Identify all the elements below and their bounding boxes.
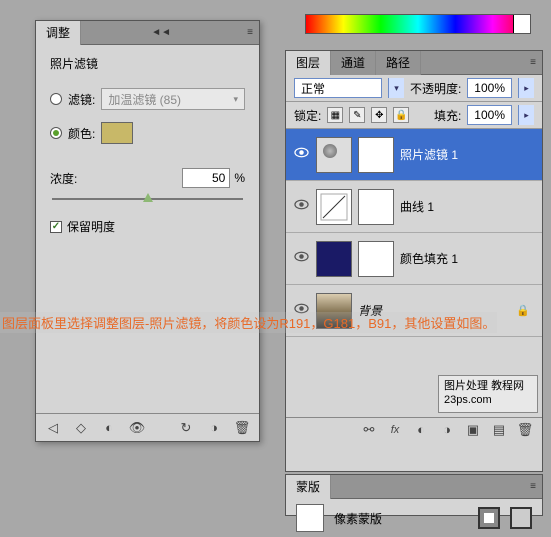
- watermark-line1: 图片处理: [444, 380, 488, 392]
- color-radio[interactable]: [50, 127, 62, 139]
- adjustment-title: 照片滤镜: [50, 55, 245, 72]
- color-spectrum[interactable]: [305, 14, 531, 34]
- preserve-checkbox[interactable]: ✓: [50, 221, 62, 233]
- blend-mode-select[interactable]: 正常: [294, 78, 382, 98]
- lock-fill-row: 锁定: ▦ ✎ ✥ 🔒 填充: 100% ▸: [286, 102, 542, 129]
- lock-label: 锁定:: [294, 107, 321, 124]
- layers-list: 照片滤镜 1 曲线 1 颜色填充 1 背景 🔒: [286, 129, 542, 337]
- masks-body: 像素蒙版: [286, 499, 542, 537]
- opacity-arrow-icon[interactable]: ▸: [518, 78, 534, 98]
- fill-arrow-icon[interactable]: ▸: [518, 105, 534, 125]
- add-mask-icon[interactable]: ◐: [412, 421, 430, 439]
- watermark-line2: 23ps.com: [444, 394, 492, 406]
- vector-mask-button[interactable]: [510, 507, 532, 529]
- density-input[interactable]: [182, 168, 230, 188]
- collapse-icon[interactable]: ◄◄: [145, 27, 177, 38]
- visibility-toggle[interactable]: [292, 198, 310, 216]
- reset-icon[interactable]: ↻: [177, 419, 195, 437]
- adjustments-panel: 调整 ◄◄ ≡ 照片滤镜 滤镜: 加温滤镜 (85) ▾ 颜色: 浓度: %: [35, 20, 260, 442]
- panel-menu-icon[interactable]: ≡: [524, 57, 542, 68]
- density-row: 浓度: %: [50, 168, 245, 188]
- back-icon[interactable]: ◁: [44, 419, 62, 437]
- fill-label: 填充:: [434, 107, 461, 124]
- adjustment-thumb-icon[interactable]: [316, 137, 352, 173]
- layer-name-label: 曲线 1: [400, 198, 536, 215]
- layers-footer: ⚯ fx ◐ ◑ ▣ ▤ 🗑: [286, 417, 542, 441]
- preserve-row: ✓ 保留明度: [50, 218, 245, 235]
- lock-icon: 🔒: [516, 304, 530, 317]
- layers-panel: 图层 通道 路径 ≡ 正常 ▾ 不透明度: 100% ▸ 锁定: ▦ ✎ ✥ 🔒 …: [285, 50, 543, 472]
- right-column: [285, 0, 551, 40]
- watermark-box: 图片处理 教程网 23ps.com: [438, 375, 538, 413]
- filter-label: 滤镜:: [68, 91, 95, 108]
- masks-panel: 蒙版 ≡ 像素蒙版: [285, 474, 543, 516]
- watermark-line3: 教程网: [491, 380, 524, 392]
- adjustments-footer: ◁ ◇ ◐ 👁 ↻ ◑ 🗑: [36, 413, 259, 441]
- panel-menu-icon[interactable]: ≡: [241, 27, 259, 38]
- mask-thumb[interactable]: [296, 504, 324, 532]
- tab-masks[interactable]: 蒙版: [286, 475, 331, 499]
- filter-combo[interactable]: 加温滤镜 (85) ▾: [101, 88, 245, 110]
- lock-position-icon[interactable]: ✥: [371, 107, 387, 123]
- adjustment-thumb-icon[interactable]: [316, 189, 352, 225]
- adjustments-body: 照片滤镜 滤镜: 加温滤镜 (85) ▾ 颜色: 浓度: % ✓ 保留明度: [36, 45, 259, 245]
- density-slider[interactable]: [52, 198, 243, 200]
- fx-icon[interactable]: fx: [386, 421, 404, 439]
- opacity-input[interactable]: 100%: [467, 78, 512, 98]
- fill-input[interactable]: 100%: [467, 105, 512, 125]
- eye-icon[interactable]: 👁: [128, 419, 146, 437]
- instruction-overlay: 图层面板里选择调整图层-照片滤镜，将颜色设为R191，G181，B91，其他设置…: [0, 312, 497, 333]
- opacity-label: 不透明度:: [410, 80, 461, 97]
- layer-mask-thumb[interactable]: [358, 189, 394, 225]
- filter-combo-value: 加温滤镜 (85): [108, 91, 181, 108]
- expand-icon[interactable]: ◇: [72, 419, 90, 437]
- density-label: 浓度:: [50, 170, 182, 187]
- tab-layers[interactable]: 图层: [286, 51, 331, 75]
- color-radio-row: 颜色:: [50, 122, 245, 144]
- new-group-icon[interactable]: ▣: [464, 421, 482, 439]
- adjustment-thumb-icon[interactable]: [316, 241, 352, 277]
- pixel-mask-button[interactable]: [478, 507, 500, 529]
- layers-tab-bar: 图层 通道 路径 ≡: [286, 51, 542, 75]
- opacity-value: 100%: [474, 81, 505, 95]
- chevron-down-icon: ▾: [233, 94, 238, 105]
- prev-icon[interactable]: ◑: [205, 419, 223, 437]
- preserve-label: 保留明度: [67, 218, 115, 235]
- color-swatch[interactable]: [101, 122, 133, 144]
- layer-row-curves[interactable]: 曲线 1: [286, 181, 542, 233]
- blend-mode-value: 正常: [301, 80, 325, 97]
- trash-icon[interactable]: 🗑: [233, 419, 251, 437]
- panel-tab-bar: 调整 ◄◄ ≡: [36, 21, 259, 45]
- panel-menu-icon[interactable]: ≡: [524, 481, 542, 492]
- layer-name-label: 颜色填充 1: [400, 250, 536, 267]
- density-unit: %: [234, 171, 245, 185]
- layer-mask-thumb[interactable]: [358, 241, 394, 277]
- new-adjustment-icon[interactable]: ◑: [438, 421, 456, 439]
- layer-row-solidfill[interactable]: 颜色填充 1: [286, 233, 542, 285]
- layer-row-photofilter[interactable]: 照片滤镜 1: [286, 129, 542, 181]
- tab-channels[interactable]: 通道: [331, 51, 376, 75]
- filter-radio-row: 滤镜: 加温滤镜 (85) ▾: [50, 88, 245, 110]
- clip-icon[interactable]: ◐: [100, 419, 118, 437]
- new-layer-icon[interactable]: ▤: [490, 421, 508, 439]
- lock-all-icon[interactable]: 🔒: [393, 107, 409, 123]
- tab-paths[interactable]: 路径: [376, 51, 421, 75]
- tab-adjustments[interactable]: 调整: [36, 21, 81, 45]
- mask-type-label: 像素蒙版: [334, 510, 382, 527]
- trash-icon[interactable]: 🗑: [516, 421, 534, 439]
- lock-paint-icon[interactable]: ✎: [349, 107, 365, 123]
- filter-radio[interactable]: [50, 93, 62, 105]
- fill-value: 100%: [474, 108, 505, 122]
- chevron-down-icon[interactable]: ▾: [388, 78, 404, 98]
- link-icon[interactable]: ⚯: [360, 421, 378, 439]
- layer-mask-thumb[interactable]: [358, 137, 394, 173]
- blend-opacity-row: 正常 ▾ 不透明度: 100% ▸: [286, 75, 542, 102]
- layer-name-label: 照片滤镜 1: [400, 146, 536, 163]
- lock-transparency-icon[interactable]: ▦: [327, 107, 343, 123]
- visibility-toggle[interactable]: [292, 146, 310, 164]
- masks-tab-bar: 蒙版 ≡: [286, 475, 542, 499]
- color-label: 颜色:: [68, 125, 95, 142]
- visibility-toggle[interactable]: [292, 250, 310, 268]
- slider-thumb-icon[interactable]: [143, 193, 153, 202]
